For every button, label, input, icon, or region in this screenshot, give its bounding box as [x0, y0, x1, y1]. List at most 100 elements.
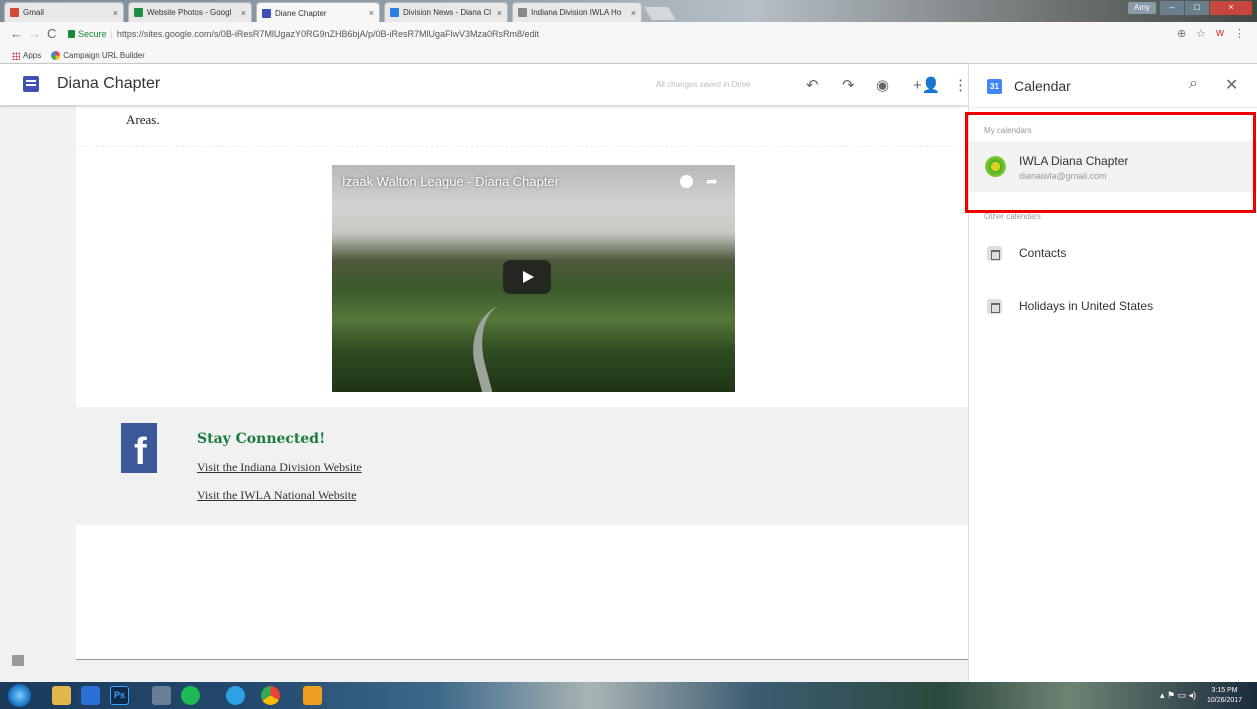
- close-icon[interactable]: ✕: [1225, 75, 1238, 95]
- share-arrow-icon[interactable]: ➦: [706, 173, 718, 190]
- tab-label: Indiana Division IWLA Ho: [531, 8, 622, 17]
- other-calendars-label: Other calendars: [984, 212, 1041, 221]
- youtube-video-embed[interactable]: Izaak Walton League - Diana Chapter ➦: [332, 165, 735, 392]
- tab-close-icon[interactable]: ×: [241, 8, 246, 18]
- bookmark-label: Apps: [23, 51, 42, 60]
- page-canvas: Areas. Izaak Walton League - Diana Chapt…: [76, 105, 968, 660]
- window-close-icon[interactable]: ×: [1210, 1, 1252, 15]
- search-icon[interactable]: ⌕: [1189, 75, 1198, 93]
- windows-taskbar: Ps ▴ ⚑ ▭ ◂) 3:15 PM 10/26/2017: [0, 682, 1257, 709]
- feedback-icon[interactable]: [12, 655, 24, 666]
- calendar-icon: 31: [987, 79, 1002, 94]
- calendar-square-icon: [987, 299, 1002, 314]
- outlook-icon[interactable]: [303, 686, 322, 705]
- video-title[interactable]: Izaak Walton League - Diana Chapter: [342, 174, 559, 189]
- pinned-app-icon[interactable]: [152, 686, 171, 705]
- reload-icon[interactable]: C: [47, 26, 56, 41]
- bookmark-apps[interactable]: Apps: [12, 51, 41, 60]
- tab-label: Gmail: [23, 8, 44, 17]
- sites-logo-icon[interactable]: [23, 76, 39, 92]
- section-divider: [76, 146, 968, 147]
- tab-close-icon[interactable]: ×: [631, 8, 636, 18]
- taskbar-clock[interactable]: 3:15 PM 10/26/2017: [1207, 686, 1242, 706]
- spotify-icon[interactable]: [181, 686, 200, 705]
- sites-header: Diana Chapter All changes saved in Drive…: [0, 64, 968, 105]
- stay-connected-section: f Stay Connected! Visit the Indiana Divi…: [76, 407, 968, 525]
- url-text: https://sites.google.com/s/0B-iResR7MlUg…: [116, 29, 540, 39]
- tab-close-icon[interactable]: ×: [497, 8, 502, 18]
- sites-favicon-icon: [262, 8, 271, 18]
- gmail-favicon-icon: [10, 8, 19, 17]
- start-button[interactable]: [8, 684, 31, 707]
- facebook-letter: f: [134, 431, 147, 473]
- share-add-person-icon[interactable]: +👤: [913, 76, 940, 94]
- left-rail: [0, 105, 76, 682]
- drive-favicon-icon: [134, 8, 143, 17]
- calendar-name: Holidays in United States: [1019, 299, 1154, 313]
- more-options-icon[interactable]: ⋮: [953, 76, 968, 94]
- calendar-email: dianaiwla@gmail.com: [1019, 171, 1107, 181]
- calendar-item-iwla-diana-chapter[interactable]: IWLA Diana Chapter dianaiwla@gmail.com: [969, 141, 1257, 192]
- calendar-item-contacts[interactable]: Contacts: [969, 238, 1257, 270]
- tab-label: Website Photos - Googl: [147, 8, 232, 17]
- forward-arrow-icon[interactable]: →: [28, 26, 41, 41]
- bookmark-campaign-url-builder[interactable]: Campaign URL Builder: [51, 51, 145, 60]
- browser-actions: ⊕ ☆ w ⋮: [1177, 27, 1245, 40]
- calendar-avatar: [985, 156, 1006, 177]
- play-button[interactable]: [503, 260, 551, 294]
- url-input[interactable]: Secure | https://sites.google.com/s/0B-i…: [68, 25, 1178, 43]
- zoom-icon[interactable]: ⊕: [1177, 27, 1186, 40]
- tab-division-news[interactable]: Division News - Diana Cl ×: [384, 2, 508, 22]
- secure-label: Secure: [78, 29, 107, 39]
- bookmark-star-icon[interactable]: ☆: [1196, 27, 1206, 40]
- tab-label: Division News - Diana Cl: [403, 8, 492, 17]
- intro-text: Areas.: [126, 112, 160, 127]
- site-title[interactable]: Diana Chapter: [57, 75, 160, 93]
- back-arrow-icon[interactable]: ←: [10, 26, 23, 41]
- maximize-icon[interactable]: □: [1185, 1, 1209, 15]
- apps-grid-icon: [12, 51, 20, 60]
- calendar-panel-title: Calendar: [1014, 78, 1071, 94]
- extension-icon[interactable]: w: [1216, 27, 1224, 40]
- undo-icon[interactable]: ↶: [806, 76, 819, 94]
- new-tab-button[interactable]: [642, 6, 678, 21]
- tab-gmail[interactable]: Gmail ×: [4, 2, 124, 22]
- tab-website-photos[interactable]: Website Photos - Googl ×: [128, 2, 252, 22]
- system-tray-icons[interactable]: ▴ ⚑ ▭ ◂): [1160, 690, 1196, 701]
- bookmarks-bar: Apps Campaign URL Builder: [0, 48, 1257, 64]
- tab-diane-chapter[interactable]: Diane Chapter ×: [256, 2, 380, 23]
- watch-later-clock-icon[interactable]: [680, 175, 693, 188]
- tab-close-icon[interactable]: ×: [369, 8, 374, 18]
- calendar-square-icon: [987, 246, 1002, 261]
- profile-button[interactable]: Amy: [1128, 2, 1156, 14]
- iwla-national-link[interactable]: Visit the IWLA National Website: [197, 488, 356, 503]
- file-explorer-icon[interactable]: [52, 686, 71, 705]
- google-favicon-icon: [51, 51, 61, 60]
- page-favicon-icon: [518, 8, 527, 17]
- address-bar: ← → C Secure | https://sites.google.com/…: [0, 22, 1257, 48]
- indiana-division-link[interactable]: Visit the Indiana Division Website: [197, 460, 362, 475]
- chrome-icon[interactable]: [261, 686, 280, 705]
- calendar-name: IWLA Diana Chapter: [1019, 154, 1129, 168]
- minimize-icon[interactable]: –: [1160, 1, 1184, 15]
- my-calendars-label: My calendars: [984, 126, 1032, 135]
- clock-date: 10/26/2017: [1207, 697, 1243, 704]
- docs-favicon-icon: [390, 8, 399, 17]
- calendar-panel-header: 31 Calendar ⌕ ✕: [969, 64, 1257, 108]
- internet-explorer-icon[interactable]: [226, 686, 245, 705]
- calendar-item-holidays[interactable]: Holidays in United States: [969, 291, 1257, 323]
- redo-icon[interactable]: ↷: [842, 76, 855, 94]
- lock-icon: [68, 30, 75, 38]
- dropbox-icon[interactable]: [81, 686, 100, 705]
- tab-close-icon[interactable]: ×: [113, 8, 118, 18]
- photoshop-icon[interactable]: Ps: [110, 686, 129, 705]
- bookmark-label: Campaign URL Builder: [63, 51, 145, 60]
- calendar-name: Contacts: [1019, 246, 1067, 260]
- facebook-logo-icon[interactable]: f: [121, 423, 157, 473]
- save-status: All changes saved in Drive: [656, 80, 751, 89]
- tab-indiana-division[interactable]: Indiana Division IWLA Ho ×: [512, 2, 642, 22]
- tab-label: Diane Chapter: [275, 8, 327, 18]
- menu-kebab-icon[interactable]: ⋮: [1234, 27, 1245, 40]
- preview-eye-icon[interactable]: ◉: [876, 76, 889, 94]
- calendar-panel: 31 Calendar ⌕ ✕ My calendars IWLA Diana …: [968, 64, 1257, 682]
